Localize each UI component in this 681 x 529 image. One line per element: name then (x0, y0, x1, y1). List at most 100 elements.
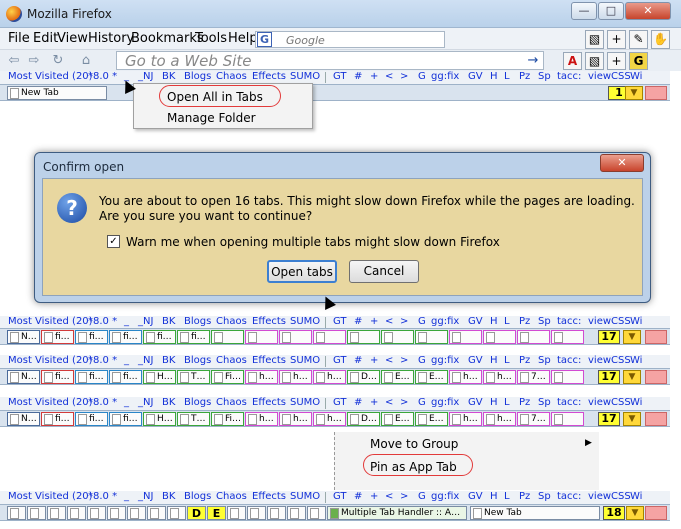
page-icon[interactable]: ▧ (585, 30, 604, 49)
tab[interactable]: 7… (517, 370, 550, 384)
bookmark-item[interactable]: GV (468, 316, 483, 327)
tab[interactable] (167, 506, 186, 520)
bookmark-item[interactable]: Chaos (216, 71, 247, 82)
maximize-button[interactable]: □ (598, 2, 624, 20)
bookmark-item[interactable]: Sp (538, 71, 551, 82)
tab[interactable] (381, 330, 414, 344)
forward-icon[interactable]: ⇨ (26, 53, 42, 69)
close-window-button[interactable]: ✕ (625, 2, 671, 20)
bookmark-item[interactable]: H (490, 71, 498, 82)
bookmark-item[interactable]: Most Visited (20) (8, 316, 93, 327)
warn-checkbox[interactable]: ✓ (107, 235, 120, 248)
tab[interactable]: D… (347, 370, 380, 384)
menu-history[interactable]: History (88, 31, 134, 46)
bookmark-item[interactable]: viewCSS (588, 71, 631, 82)
bookmark-item[interactable]: viewCSS (588, 397, 631, 408)
tab[interactable]: T… (177, 370, 210, 384)
bookmark-item[interactable]: Wi (630, 491, 642, 502)
tab[interactable] (287, 506, 306, 520)
add-icon[interactable]: + (607, 52, 626, 70)
menu-edit[interactable]: Edit (33, 31, 58, 46)
tab[interactable]: D… (347, 412, 380, 426)
menu-bookmarks[interactable]: Bookmarks (131, 31, 204, 46)
tab[interactable] (247, 506, 266, 520)
tab[interactable] (517, 330, 550, 344)
bookmark-item[interactable]: viewCSS (588, 316, 631, 327)
bookmark-item[interactable]: Pz (519, 316, 530, 327)
tab[interactable]: fi… (41, 412, 74, 426)
bookmark-item[interactable]: # (354, 355, 362, 366)
bookmark-item[interactable]: SUMO (290, 397, 320, 408)
tab[interactable] (87, 506, 106, 520)
tab-new-tab[interactable]: New Tab (470, 506, 600, 520)
tab[interactable]: h… (483, 412, 516, 426)
menu-tools[interactable]: Tools (195, 31, 227, 46)
bookmark-item[interactable]: tacc: (557, 71, 581, 82)
tab[interactable]: fi… (109, 330, 142, 344)
tab[interactable]: Fi… (211, 412, 244, 426)
bookmark-item[interactable]: BK (162, 491, 175, 502)
tab[interactable] (267, 506, 286, 520)
tab[interactable]: H… (143, 412, 176, 426)
bookmark-item[interactable]: L (504, 316, 510, 327)
tab[interactable]: fi… (109, 370, 142, 384)
tab[interactable] (107, 506, 126, 520)
bookmark-item[interactable]: G (418, 71, 426, 82)
tab-list-dropdown[interactable]: ▼ (623, 330, 641, 344)
tab[interactable]: 7… (517, 412, 550, 426)
bookmark-item[interactable]: < (385, 316, 393, 327)
tab[interactable] (7, 506, 26, 520)
bookmark-item[interactable]: > (400, 355, 408, 366)
bookmark-item[interactable]: GV (468, 397, 483, 408)
tab[interactable]: h… (483, 370, 516, 384)
bookmark-item[interactable]: _NJ (138, 397, 153, 408)
tab[interactable] (551, 412, 584, 426)
bookmark-item[interactable]: SUMO (290, 71, 320, 82)
bookmark-item[interactable]: viewCSS (588, 355, 631, 366)
bookmark-item[interactable]: > (400, 71, 408, 82)
bookmark-item[interactable]: L (504, 355, 510, 366)
bookmark-item[interactable]: GV (468, 355, 483, 366)
bookmark-item[interactable]: + (370, 397, 378, 408)
google-search-box[interactable]: G Google (255, 31, 445, 48)
bookmark-item[interactable]: _NJ (138, 71, 153, 82)
bookmark-item[interactable]: viewCSS (588, 491, 631, 502)
url-bar[interactable]: Go to a Web Site (116, 51, 544, 70)
tab[interactable]: D (187, 506, 206, 520)
tab[interactable] (127, 506, 146, 520)
bookmark-item[interactable]: gg:fix (431, 397, 459, 408)
bookmark-item[interactable]: _ (124, 491, 129, 502)
tab[interactable]: fi… (41, 370, 74, 384)
bookmark-item[interactable]: Pz (519, 397, 530, 408)
go-icon[interactable]: → (525, 53, 541, 69)
tab[interactable] (307, 506, 326, 520)
hand-icon[interactable]: ✋ (651, 30, 670, 49)
tab-new-tab[interactable]: New Tab (7, 86, 107, 100)
bookmark-item[interactable]: + (370, 71, 378, 82)
bookmark-item[interactable]: BK (162, 355, 175, 366)
tab[interactable] (347, 330, 380, 344)
bookmark-item[interactable]: gg:fix (431, 71, 459, 82)
menu-view[interactable]: View (57, 31, 88, 46)
bookmark-item[interactable]: Sp (538, 397, 551, 408)
bookmark-item[interactable]: Blogs (184, 491, 211, 502)
tab[interactable] (551, 330, 584, 344)
bookmark-item[interactable]: Chaos (216, 316, 247, 327)
tab-list-dropdown[interactable]: ▼ (625, 86, 643, 100)
bookmark-item[interactable]: tacc: (557, 491, 581, 502)
bookmark-item[interactable]: GT (333, 316, 347, 327)
home-icon[interactable]: ⌂ (78, 53, 94, 69)
tab[interactable]: Fi… (211, 370, 244, 384)
tab[interactable]: fi… (109, 412, 142, 426)
bookmark-item[interactable]: L (504, 397, 510, 408)
tab-list-dropdown[interactable]: ▼ (623, 370, 641, 384)
bookmark-item[interactable]: *8.0 * (88, 491, 117, 502)
tab[interactable]: h… (449, 412, 482, 426)
tab[interactable] (227, 506, 246, 520)
bookmark-item[interactable]: _NJ (138, 316, 153, 327)
bookmark-item[interactable]: GV (468, 71, 483, 82)
bookmark-item[interactable]: Blogs (184, 71, 211, 82)
bookmark-item[interactable]: H (490, 355, 498, 366)
tab[interactable]: N… (7, 412, 40, 426)
tab[interactable]: fi… (75, 370, 108, 384)
